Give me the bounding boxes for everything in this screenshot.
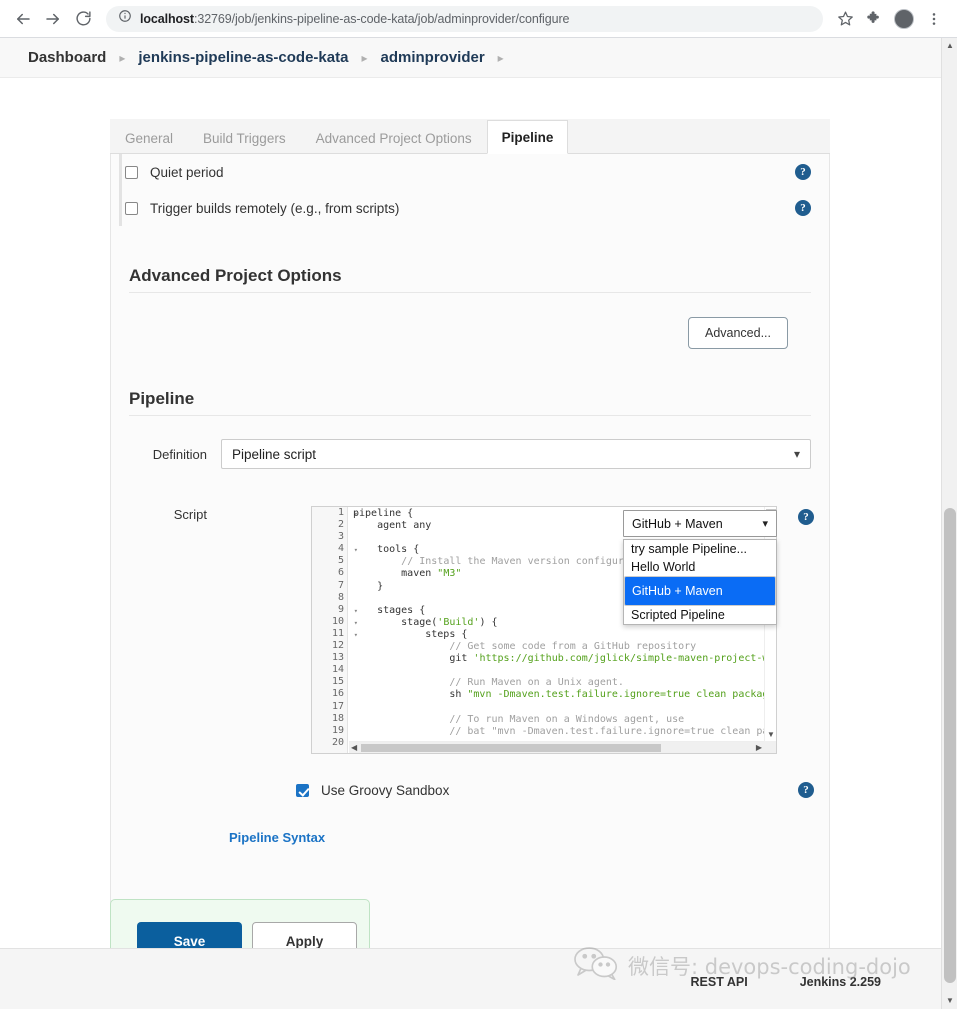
editor-line-number: 15 [331, 676, 344, 688]
config-tabbar: General Build Triggers Advanced Project … [110, 119, 830, 154]
help-icon[interactable]: ? [795, 200, 811, 216]
sample-pipeline-selected-value: GitHub + Maven [632, 516, 723, 531]
sample-option-hello-world[interactable]: Hello World [624, 558, 776, 576]
tab-general[interactable]: General [110, 121, 188, 154]
breadcrumb-item-adminprovider[interactable]: adminprovider [380, 49, 484, 66]
scroll-left-icon[interactable]: ◀ [351, 743, 357, 752]
trigger-remotely-label: Trigger builds remotely (e.g., from scri… [150, 200, 400, 216]
editor-line-number: 10 ▾ [312, 616, 358, 628]
script-help-icon[interactable]: ? [798, 509, 814, 525]
groovy-sandbox-label: Use Groovy Sandbox [321, 783, 450, 798]
reload-icon[interactable] [68, 4, 98, 34]
scroll-right-icon[interactable]: ▶ [756, 743, 762, 752]
editor-line-number: 5 [337, 555, 344, 567]
editor-line-number: 2 [337, 519, 344, 531]
editor-line-number: 18 [331, 712, 344, 724]
editor-scroll-corner [764, 741, 776, 753]
editor-line-number: 20 [331, 736, 344, 748]
quiet-period-checkbox[interactable] [125, 165, 138, 179]
groovy-sandbox-checkbox[interactable] [296, 784, 309, 797]
back-icon[interactable] [8, 4, 38, 34]
sample-option-github-maven[interactable]: GitHub + Maven [624, 576, 776, 606]
editor-line-number: 19 [331, 724, 344, 736]
pipeline-heading: Pipeline [129, 389, 195, 408]
page-scrollbar-thumb[interactable] [944, 508, 956, 983]
footer-links: REST API Jenkins 2.259 [691, 975, 882, 989]
editor-line-number: 14 [331, 664, 344, 676]
editor-line-number: 12 [331, 640, 344, 652]
editor-line-number: 3 [337, 531, 344, 543]
editor-line-number: 17 [331, 700, 344, 712]
groovy-sandbox-row: Use Groovy Sandbox [296, 783, 449, 798]
editor-line-number: 8 [337, 591, 344, 603]
star-icon[interactable] [831, 6, 859, 32]
sandbox-help-icon[interactable]: ? [798, 782, 814, 798]
breadcrumb-item-job[interactable]: jenkins-pipeline-as-code-kata [138, 49, 348, 66]
definition-select-value: Pipeline script [232, 446, 317, 462]
url-host: localhost [140, 11, 194, 26]
trigger-remotely-checkbox[interactable] [125, 201, 138, 215]
avatar[interactable] [889, 4, 919, 34]
info-circle-icon[interactable] [118, 9, 132, 28]
editor-hscroll-thumb[interactable] [361, 744, 661, 752]
advanced-button[interactable]: Advanced... [687, 317, 788, 349]
editor-line-number: 11 ▾ [312, 628, 358, 640]
config-content: General Build Triggers Advanced Project … [0, 78, 941, 988]
quiet-period-row: Quiet period ? [111, 154, 829, 190]
advanced-project-options-heading: Advanced Project Options [129, 266, 342, 285]
scroll-up-icon[interactable]: ▲ [942, 38, 957, 54]
url-path: :32769/job/jenkins-pipeline-as-code-kata… [193, 11, 570, 26]
editor-line-number: 7 [337, 579, 344, 591]
script-label: Script [173, 507, 207, 522]
sample-option-scripted-pipeline[interactable]: Scripted Pipeline [624, 606, 776, 624]
tab-advanced-project-options[interactable]: Advanced Project Options [301, 121, 487, 154]
chevron-down-icon: ▾ [793, 447, 800, 461]
definition-row: Definition Pipeline script ▾ [111, 416, 829, 469]
scroll-down-icon[interactable]: ▼ [942, 993, 957, 1009]
pipeline-syntax-link[interactable]: Pipeline Syntax [229, 830, 325, 845]
browser-toolbar: localhost:32769/job/jenkins-pipeline-as-… [0, 0, 957, 38]
three-dot-menu-icon[interactable] [919, 4, 949, 34]
breadcrumb-separator-icon: ▸ [119, 50, 126, 65]
page-scrollbar[interactable]: ▲ ▼ [941, 38, 957, 1009]
forward-icon[interactable] [38, 4, 68, 34]
editor-horizontal-scrollbar[interactable]: ◀ ▶ [349, 741, 764, 753]
sample-pipeline-option-list[interactable]: try sample Pipeline... Hello World GitHu… [623, 539, 777, 625]
jenkins-page: Dashboard ▸ jenkins-pipeline-as-code-kat… [0, 38, 941, 1009]
editor-line-number: 6 [337, 567, 344, 579]
tab-pipeline[interactable]: Pipeline [486, 120, 569, 154]
rest-api-link[interactable]: REST API [691, 975, 748, 989]
definition-select[interactable]: Pipeline script ▾ [221, 439, 811, 469]
breadcrumb-item-dashboard[interactable]: Dashboard [28, 49, 106, 66]
help-icon[interactable]: ? [795, 164, 811, 180]
editor-line-number: 1 ▾ [312, 507, 358, 519]
quiet-period-label: Quiet period [150, 164, 224, 180]
editor-line-number: 16 [331, 688, 344, 700]
trigger-remotely-row: Trigger builds remotely (e.g., from scri… [111, 190, 829, 226]
editor-gutter: 1 ▾ 2 3 4 ▾ 5 6 7 8 9 ▾ 10 ▾ 11 ▾ 12 13 14 15 16 17 18 19 20 [312, 507, 358, 753]
url-text: localhost:32769/job/jenkins-pipeline-as-… [140, 12, 569, 26]
sample-pipeline-select[interactable]: GitHub + Maven ▾ [623, 510, 777, 537]
tab-build-triggers[interactable]: Build Triggers [188, 121, 301, 154]
breadcrumb-separator-icon: ▸ [497, 50, 504, 65]
editor-line-number: 9 ▾ [312, 604, 358, 616]
page-footer: REST API Jenkins 2.259 [0, 948, 941, 1009]
breadcrumb-separator-icon: ▸ [361, 50, 368, 65]
sample-option-try-sample[interactable]: try sample Pipeline... [624, 540, 776, 558]
definition-label: Definition [152, 446, 207, 462]
jenkins-version-label: Jenkins 2.259 [799, 975, 881, 989]
scroll-down-icon[interactable]: ▼ [767, 730, 775, 739]
chevron-down-icon: ▾ [762, 518, 768, 530]
breadcrumb: Dashboard ▸ jenkins-pipeline-as-code-kat… [0, 38, 941, 78]
editor-line-number: 4 ▾ [312, 543, 358, 555]
editor-line-number: 13 [331, 652, 344, 664]
address-bar[interactable]: localhost:32769/job/jenkins-pipeline-as-… [106, 5, 823, 32]
puzzle-piece-icon[interactable] [859, 4, 889, 34]
